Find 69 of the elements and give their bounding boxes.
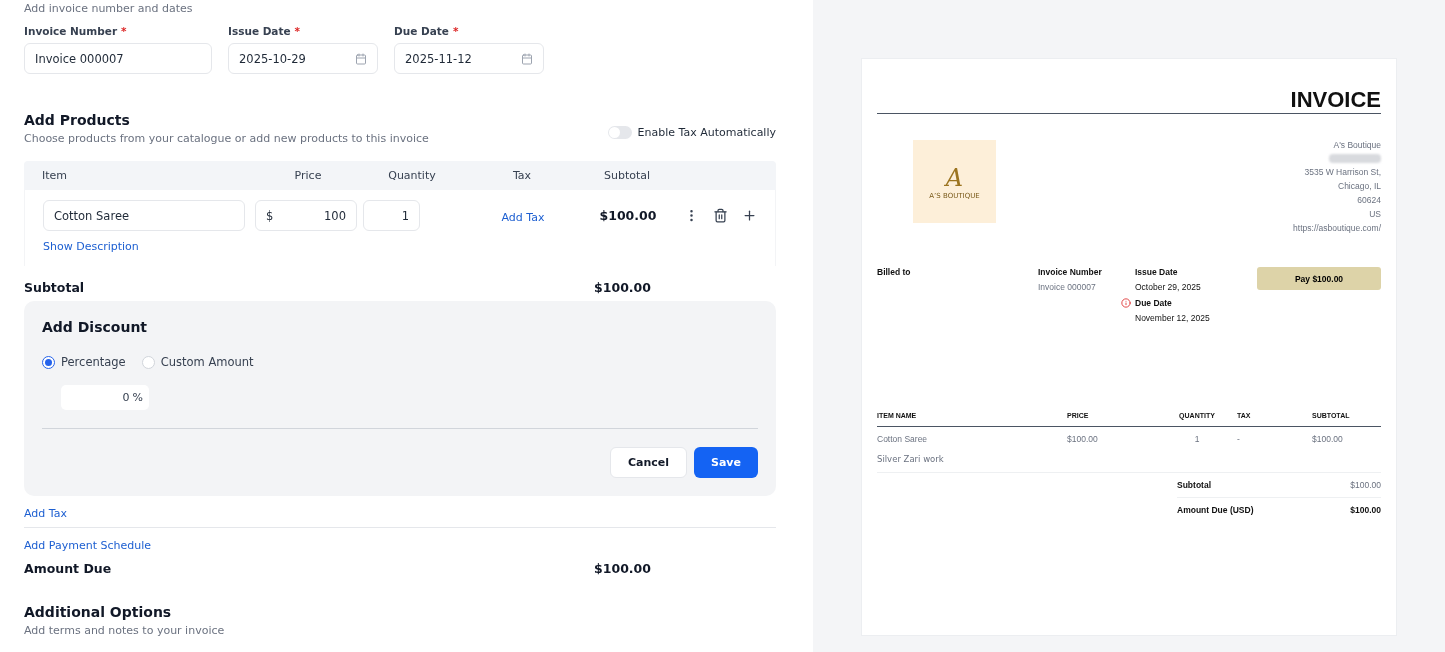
company-detail: https://asboutique.com/ [1293,223,1381,233]
field-label: Due Date * [394,25,460,37]
cancel-button[interactable]: Cancel [609,447,687,478]
company-detail: Chicago, IL [1338,181,1381,191]
field-label: Invoice Number * [24,25,128,37]
amount-due-value: $100.00 [594,561,651,576]
save-button[interactable]: Save [694,447,758,478]
action-link[interactable]: Add Payment Schedule [24,539,151,552]
item-description: Silver Zari work [877,453,945,464]
total-value: $100.00 [1350,505,1381,515]
delete-icon[interactable] [713,208,728,223]
invoice-title: INVOICE [1289,87,1381,113]
column-header: Quantity [387,169,437,182]
item-price: $100.00 [1067,433,1099,444]
company-detail: 3535 W Harrison St, [1304,167,1381,177]
item-name: Cotton Saree [877,433,929,444]
section-hint: Add invoice number and dates [24,2,194,15]
text-field[interactable]: Invoice 000007 [24,43,212,74]
calendar-icon [521,52,533,65]
discount-title: Add Discount [42,319,149,335]
column-header: Price [293,169,323,182]
billed-to-label: Billed to [877,267,912,279]
row-subtotal: $100.00 [598,208,658,223]
amount-due-label: Amount Due [24,561,112,576]
show-description-link[interactable]: Show Description [43,240,139,253]
column-header: Tax [511,169,533,182]
meta-value: October 29, 2025 [1135,282,1202,292]
meta-value: Invoice 000007 [1038,282,1097,292]
company-detail: US [1369,209,1381,219]
item-subtotal: $100.00 [1312,433,1344,444]
total-value: $100.00 [1350,480,1381,490]
pay-button[interactable]: Pay $100.00 [1257,267,1381,290]
subtotal-value: $100.00 [594,280,651,295]
date-field[interactable]: 2025-10-29 [228,43,378,74]
section-subtitle: Add terms and notes to your invoice [24,624,226,637]
toggle-label: Enable Tax Automatically [637,126,776,139]
total-label: Amount Due (USD) [1177,505,1254,515]
meta-label: Issue Date [1135,267,1179,277]
radio-label: Percentage [61,355,126,369]
redacted-text [1329,154,1381,163]
subtotal-label: Subtotal [24,280,85,295]
discount-field[interactable]: 0 % [61,385,149,410]
quantity-field[interactable]: 1 [363,200,420,231]
section-title: Additional Options [24,604,173,620]
total-label: Subtotal [1177,480,1211,490]
date-field[interactable]: 2025-11-12 [394,43,544,74]
action-link[interactable]: Add Tax [24,507,67,520]
company-detail: 60624 [1357,195,1381,205]
radio-label: Custom Amount [160,355,254,369]
section-title: Add Products [24,112,131,128]
price-field[interactable]: $ 100 [255,200,357,231]
column-header: Item [42,169,69,182]
company-detail: A's Boutique [1333,140,1381,150]
meta-label: Invoice Number [1038,267,1103,277]
radio-button[interactable] [42,355,55,369]
add-tax-link[interactable]: Add Tax [501,211,545,224]
meta-value: November 12, 2025 [1135,313,1210,323]
logo-letter: A [945,163,964,192]
item-quantity: 1 [1193,433,1201,444]
item-field[interactable]: Cotton Saree [43,200,245,231]
meta-label: Due Date [1135,298,1173,308]
add-icon[interactable] [742,208,757,223]
item-tax: - [1237,433,1241,444]
tax-toggle[interactable] [607,126,632,139]
calendar-icon [355,52,367,65]
column-header: Subtotal [602,169,652,182]
section-subtitle: Choose products from your catalogue or add new products to this invoice [24,132,429,145]
info-icon [1121,298,1131,308]
field-label: Issue Date * [228,25,302,37]
